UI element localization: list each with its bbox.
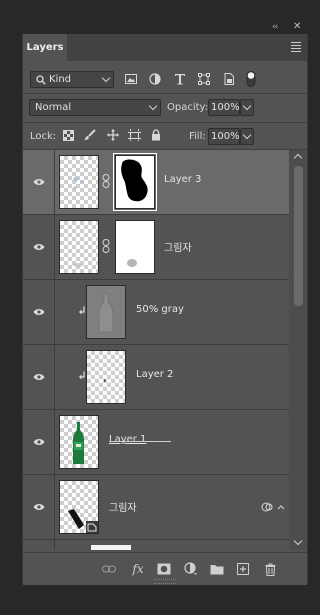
layer-row[interactable]: Layer 1 <box>23 410 289 475</box>
new-layer-icon[interactable] <box>236 562 250 576</box>
layer-thumbnail[interactable] <box>91 545 131 550</box>
lock-all-icon[interactable] <box>149 128 163 142</box>
panel-tab-bar: Layers <box>23 34 307 61</box>
layer-thumbnail[interactable] <box>59 480 99 534</box>
layers-panel: Layers Kind Normal Opacity: 100% Lock: F… <box>22 34 308 585</box>
layers-scrollbar[interactable] <box>289 150 307 550</box>
layer-name[interactable]: 그림자 <box>164 239 192 254</box>
layer-thumbnail[interactable] <box>59 415 99 469</box>
fill-dropdown[interactable] <box>240 128 254 145</box>
close-icon[interactable]: ✕ <box>293 21 301 32</box>
eye-icon <box>33 504 45 510</box>
link-layers-icon[interactable] <box>102 562 116 576</box>
panel-menu-icon[interactable] <box>291 42 301 54</box>
trash-icon[interactable] <box>263 562 277 576</box>
layers-list: Layer 3 그림자 50% gray Layer 2 Layer 1 그림자 <box>23 150 289 550</box>
layer-mask-thumbnail[interactable] <box>115 220 155 274</box>
opacity-field[interactable]: 100% <box>208 99 240 116</box>
layer-thumbnail[interactable] <box>86 285 126 339</box>
chevron-up-icon[interactable] <box>277 501 285 513</box>
shape-filter-icon[interactable] <box>197 72 211 86</box>
layer-thumbnail[interactable] <box>86 350 126 404</box>
visibility-toggle[interactable] <box>23 150 55 214</box>
type-filter-icon[interactable] <box>173 72 187 86</box>
link-chain-icon[interactable] <box>102 239 110 253</box>
layer-row[interactable]: Layer 2 <box>23 345 289 410</box>
visibility-toggle[interactable] <box>23 345 55 409</box>
eye-icon <box>33 439 45 445</box>
blend-mode-select[interactable]: Normal <box>29 99 161 116</box>
chevron-down-icon <box>101 73 111 83</box>
collapse-panel-icon[interactable]: ‹‹ <box>272 22 278 32</box>
image-filter-icon[interactable] <box>124 72 138 86</box>
layer-row[interactable] <box>23 540 289 550</box>
fill-field[interactable]: 100% <box>208 128 240 145</box>
fx-icon[interactable]: fx <box>130 562 146 576</box>
layer-mask-thumbnail[interactable] <box>113 153 157 211</box>
adjustment-filter-icon[interactable] <box>148 72 162 86</box>
chevron-down-icon <box>242 101 252 111</box>
lock-artboard-icon[interactable] <box>127 128 141 142</box>
visibility-toggle[interactable] <box>23 410 55 474</box>
chevron-down-icon[interactable] <box>293 536 303 546</box>
chevron-down-icon <box>148 101 158 111</box>
eye-icon <box>33 374 45 380</box>
panel-top-strip: ‹‹ ✕ <box>0 0 320 34</box>
layers-footer: fx <box>23 552 307 585</box>
layer-name[interactable]: Layer 3 <box>164 174 201 185</box>
layer-row[interactable]: 그림자 <box>23 215 289 280</box>
scrollbar-thumb[interactable] <box>294 166 303 306</box>
kind-filter-select[interactable]: Kind <box>30 71 114 88</box>
lock-position-icon[interactable] <box>106 128 120 142</box>
visibility-toggle[interactable] <box>23 475 55 539</box>
adjustment-layer-icon[interactable] <box>184 562 198 576</box>
eye-icon <box>33 309 45 315</box>
fill-value: 100% <box>211 131 240 142</box>
search-icon <box>36 75 46 85</box>
eye-icon <box>33 179 45 185</box>
layer-thumbnail[interactable] <box>59 155 99 209</box>
tab-layers[interactable]: Layers <box>23 34 67 61</box>
layer-row[interactable]: Layer 3 <box>23 150 289 215</box>
lock-label: Lock: <box>30 131 57 142</box>
layer-row[interactable]: 그림자 <box>23 475 289 540</box>
link-chain-icon[interactable] <box>102 174 110 188</box>
add-mask-icon[interactable] <box>157 562 171 576</box>
resize-grip[interactable] <box>154 579 176 584</box>
smart-object-filter-icon[interactable] <box>222 72 236 86</box>
clip-arrow-icon <box>79 306 85 315</box>
link-layers-icon[interactable] <box>261 501 273 513</box>
layer-thumbnail[interactable] <box>59 220 99 274</box>
layer-row[interactable]: 50% gray <box>23 280 289 345</box>
chevron-up-icon[interactable] <box>293 153 303 163</box>
eye-icon <box>33 244 45 250</box>
blend-mode-value: Normal <box>35 102 72 113</box>
lock-paint-icon[interactable] <box>83 128 97 142</box>
layer-name[interactable]: 50% gray <box>136 304 184 315</box>
clip-arrow-icon <box>79 371 85 380</box>
divider <box>23 122 307 123</box>
visibility-toggle[interactable] <box>23 540 55 550</box>
layer-name[interactable]: Layer 1 <box>109 434 146 445</box>
layer-name[interactable]: 그림자 <box>109 499 137 514</box>
visibility-toggle[interactable] <box>23 280 55 344</box>
opacity-label: Opacity: <box>167 102 209 113</box>
layer-name[interactable]: Layer 2 <box>136 369 173 380</box>
opacity-value: 100% <box>211 102 240 113</box>
layer-name-underline <box>109 441 171 442</box>
opacity-dropdown[interactable] <box>240 99 254 116</box>
visibility-toggle[interactable] <box>23 215 55 279</box>
kind-filter-label: Kind <box>49 74 72 85</box>
lock-transparent-icon[interactable] <box>61 128 75 142</box>
fill-label: Fill: <box>189 131 206 142</box>
new-group-icon[interactable] <box>210 562 224 576</box>
filter-toggle-icon[interactable] <box>244 71 258 87</box>
chevron-down-icon <box>242 130 252 140</box>
divider <box>23 93 307 94</box>
